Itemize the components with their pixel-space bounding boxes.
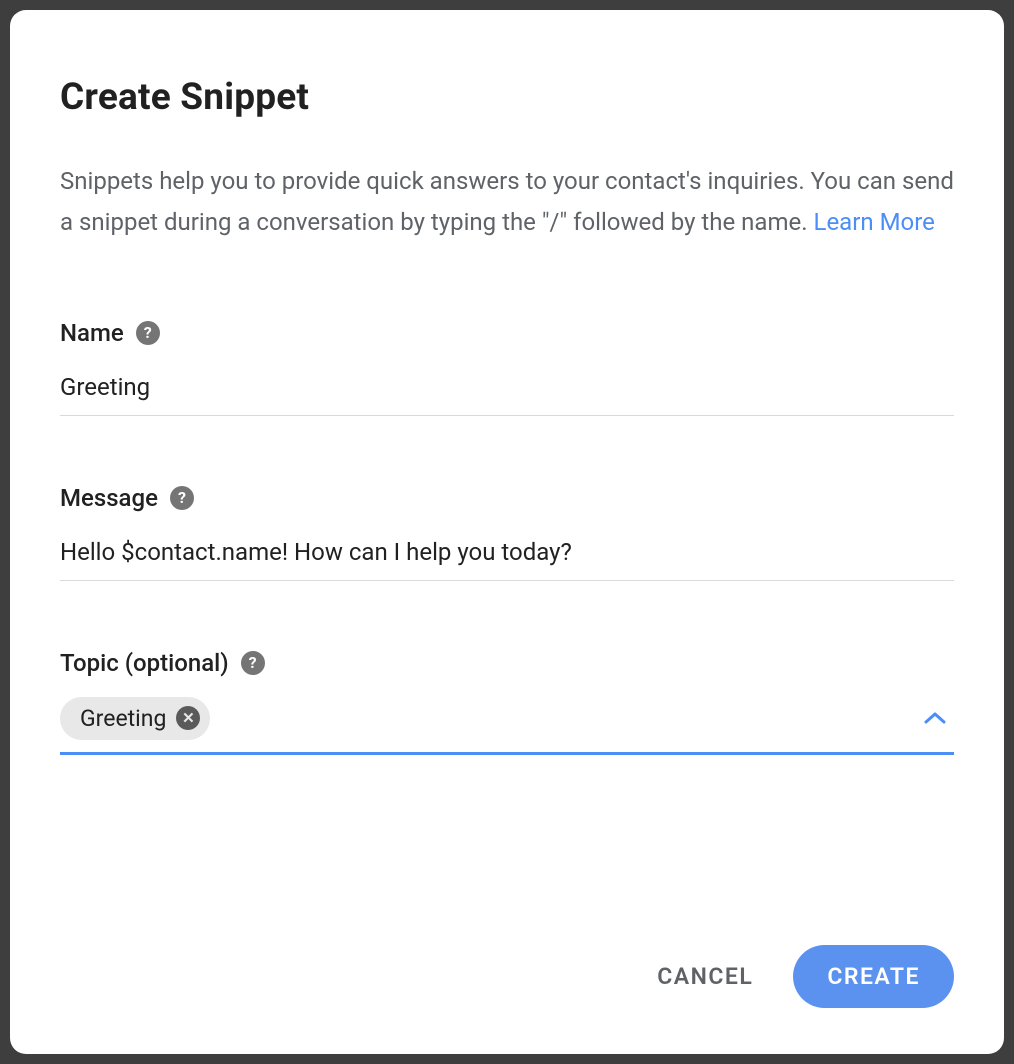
topic-input[interactable]: Greeting ✕ [60, 697, 954, 755]
modal-title: Create Snippet [60, 76, 954, 119]
message-field-group: Message ? [60, 484, 954, 581]
topic-chip-label: Greeting [80, 705, 166, 732]
modal-description: Snippets help you to provide quick answe… [60, 161, 954, 243]
topic-label-row: Topic (optional) ? [60, 649, 954, 677]
name-field-group: Name ? [60, 319, 954, 416]
name-input[interactable] [60, 367, 954, 416]
cancel-button[interactable]: CANCEL [657, 963, 753, 990]
message-label-row: Message ? [60, 484, 954, 512]
create-snippet-modal: Create Snippet Snippets help you to prov… [10, 10, 1004, 1054]
create-button[interactable]: CREATE [793, 945, 954, 1008]
name-label-row: Name ? [60, 319, 954, 347]
help-icon[interactable]: ? [136, 321, 160, 345]
topic-chip: Greeting ✕ [60, 697, 210, 740]
message-input[interactable] [60, 532, 954, 581]
name-label: Name [60, 319, 124, 347]
help-icon[interactable]: ? [241, 651, 265, 675]
chevron-up-icon[interactable] [916, 707, 954, 729]
learn-more-link[interactable]: Learn More [814, 208, 935, 236]
topic-label: Topic (optional) [60, 649, 229, 677]
close-icon[interactable]: ✕ [176, 706, 200, 730]
topic-field-group: Topic (optional) ? Greeting ✕ [60, 649, 954, 755]
modal-footer: CANCEL CREATE [60, 945, 954, 1008]
message-label: Message [60, 484, 158, 512]
help-icon[interactable]: ? [170, 486, 194, 510]
